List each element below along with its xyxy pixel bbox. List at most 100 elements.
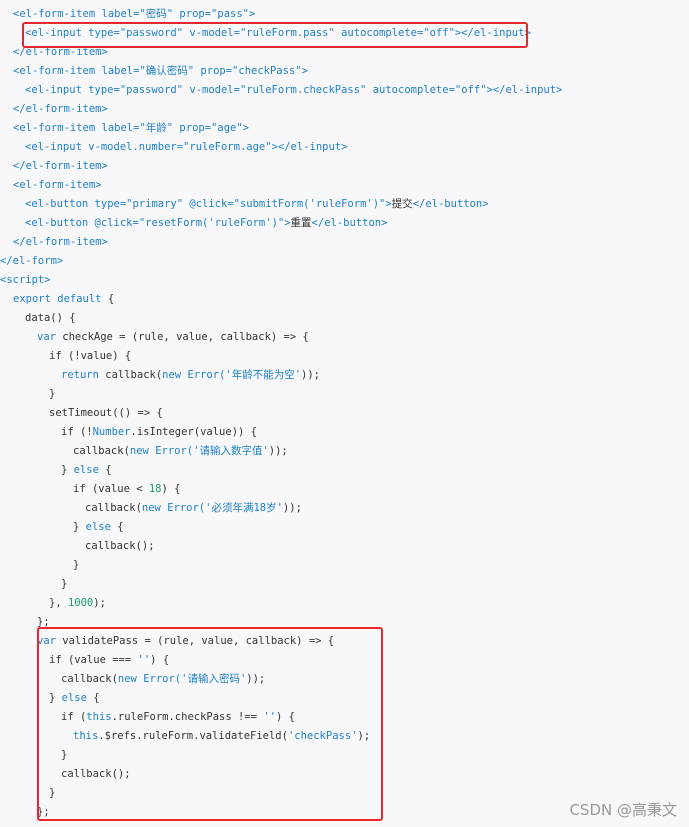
code-token: var [37, 331, 56, 343]
code-token: > [248, 8, 256, 20]
code-token: } [73, 559, 80, 571]
code-token: <script> [0, 274, 51, 286]
code-line: <el-form-item> [13, 176, 102, 195]
code-line: if (value < 18) { [73, 480, 180, 499]
code-token: autocomplete= [366, 84, 455, 96]
code-line: <el-button @click="resetForm('ruleForm')… [25, 214, 387, 233]
code-token: ) { [161, 483, 181, 495]
code-token: v-model= [183, 84, 240, 96]
code-token: "ruleForm.checkPass" [239, 84, 367, 96]
code-token: @click= [94, 217, 139, 229]
code-token: <el-form-item [13, 65, 102, 77]
code-token: "age" [211, 122, 243, 134]
code-token: "年龄" [139, 122, 174, 134]
code-token: else [73, 464, 99, 476]
code-token: "submitForm('ruleForm')" [233, 198, 386, 210]
code-token: > [301, 65, 308, 77]
code-token: <el-form-item> [13, 179, 102, 191]
code-token: ></el-input> [271, 141, 348, 153]
code-line: setTimeout(() => { [49, 404, 163, 423]
code-token: ); [93, 597, 106, 609]
code-line: <el-button type="primary" @click="submit… [25, 195, 489, 214]
code-token: '必须年满18岁' [205, 502, 283, 514]
code-token: Number [92, 426, 131, 438]
code-token: "checkPass" [232, 65, 302, 77]
code-token: checkAge = (rule, value, callback) => { [55, 331, 309, 343]
code-token: } [49, 388, 56, 400]
code-token: <el-button [25, 198, 95, 210]
code-token: 18 [148, 483, 162, 495]
code-token: } [61, 578, 68, 590]
code-token: </el-form> [0, 255, 64, 267]
code-line: callback(); [85, 537, 155, 556]
code-token: 1000 [67, 597, 94, 609]
code-token: else [85, 521, 111, 533]
code-token: data() { [25, 312, 76, 324]
code-line: <el-form-item label="年龄" prop="age"> [13, 119, 249, 138]
code-token: if (value < [73, 483, 149, 495]
code-line: } else { [73, 518, 124, 537]
code-token: <el-button [25, 217, 95, 229]
code-token: <el-form-item [13, 122, 102, 134]
code-line: </el-form-item> [13, 233, 108, 252]
code-token: label= [101, 8, 140, 20]
code-token: export default [13, 293, 102, 305]
code-line: } [49, 385, 55, 404]
code-line: data() { [25, 309, 76, 328]
highlight-box-password-input [22, 22, 528, 48]
code-token: 提交 [391, 198, 413, 210]
code-token: "确认密码" [139, 65, 195, 77]
code-token: { [110, 521, 124, 533]
code-token: "off" [454, 84, 487, 96]
code-token: ></el-input> [486, 84, 563, 96]
code-token: </el-form-item> [13, 236, 108, 248]
code-token: prop= [173, 8, 212, 20]
code-line: <el-input type="password" v-model="ruleF… [25, 81, 562, 100]
code-token: { [101, 293, 115, 305]
code-token: label= [101, 65, 140, 77]
code-token: </el-form-item> [13, 160, 108, 172]
code-token: label= [101, 122, 140, 134]
code-token: @click= [183, 198, 234, 210]
code-token: } [61, 464, 74, 476]
code-line: } [73, 556, 79, 575]
code-line: <el-form-item label="确认密码" prop="checkPa… [13, 62, 308, 81]
code-token: </el-form-item> [13, 103, 108, 115]
code-token: new Error( [129, 445, 194, 457]
code-line: callback(new Error('必须年满18岁')); [85, 499, 302, 518]
code-token: <el-form-item [13, 8, 102, 20]
code-token: }, [49, 597, 68, 609]
code-line: } else { [61, 461, 112, 480]
code-token: )); [301, 369, 320, 381]
code-token: </el-button> [412, 198, 489, 210]
code-token: '年龄不能为空' [225, 369, 302, 381]
code-token: prop= [173, 122, 212, 134]
highlight-box-validate-pass [37, 627, 383, 821]
code-token: )); [282, 502, 302, 514]
code-block: <el-form-item label="密码" prop="pass"> <el… [0, 0, 689, 827]
code-token: "primary" [126, 198, 184, 210]
code-token: if (!value) { [49, 350, 132, 362]
code-line: var checkAge = (rule, value, callback) =… [37, 328, 309, 347]
code-token: callback( [85, 502, 142, 514]
code-token: </el-button> [311, 217, 388, 229]
code-line: <el-input v-model.number="ruleForm.age">… [25, 138, 347, 157]
code-token: .isInteger(value)) { [130, 426, 257, 438]
code-token: "password" [119, 84, 184, 96]
code-token: prop= [194, 65, 233, 77]
code-line: }, 1000); [49, 594, 106, 613]
code-token: callback(); [85, 540, 155, 552]
csdn-watermark: CSDN @高秉文 [569, 801, 677, 819]
code-token: callback( [98, 369, 163, 381]
code-token: )); [268, 445, 288, 457]
code-line: return callback(new Error('年龄不能为空')); [61, 366, 320, 385]
code-token: "pass" [211, 8, 249, 20]
code-token: setTimeout(() => { [49, 407, 163, 419]
code-token: callback( [73, 445, 130, 457]
code-token: <el-input [25, 84, 89, 96]
code-token: new Error( [162, 369, 226, 381]
code-token: "resetForm('ruleForm')" [138, 217, 285, 229]
code-token: new Error( [141, 502, 206, 514]
code-line: } [61, 575, 67, 594]
code-token: } [73, 521, 86, 533]
